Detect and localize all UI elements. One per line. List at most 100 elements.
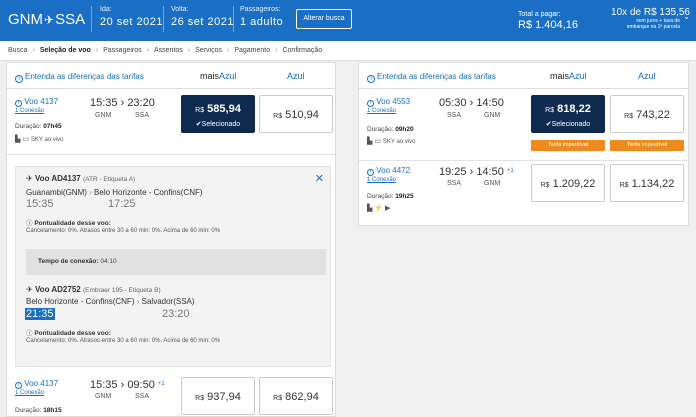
info-icon: i (15, 100, 22, 107)
tv-icon: ▭ (374, 138, 381, 145)
fare-differences-link[interactable]: i Entenda as diferenças das tarifas (15, 72, 144, 83)
chevron-right-icon: › (226, 47, 230, 54)
power-icon: ⚡ (374, 205, 384, 212)
arrival-time: 23:20 (127, 97, 155, 109)
fare-azul[interactable]: R$ 510,94 (259, 95, 333, 133)
info-icon: ⓘ (26, 220, 33, 227)
segment-2-arrival: 23:20 (162, 308, 190, 320)
fare-differences-label: Entenda as diferenças das tarifas (377, 72, 496, 81)
flight-number[interactable]: i Voo 4553 (367, 97, 410, 107)
seat-icon: ▙ (367, 205, 373, 212)
flight-number[interactable]: i Voo 4137 (15, 97, 58, 107)
divider (233, 6, 234, 32)
flight-number-text: Voo 4472 (376, 166, 411, 175)
info-icon: i (367, 75, 375, 83)
departure-code: SSA (447, 180, 462, 187)
fare-price: R$ 862,94 (260, 378, 332, 416)
tv-icon: ▭ (22, 136, 29, 143)
duration-label: Duração: (367, 193, 394, 200)
fare-price: R$ 510,94 (260, 96, 332, 136)
amenities: ▙ ▭ SKY ao vivo (15, 135, 64, 143)
arrival-code: GNM (484, 112, 501, 119)
fare-differences-link[interactable]: i Entenda as diferenças das tarifas (367, 72, 496, 83)
origin-code: GNM (8, 11, 43, 28)
arrival-code: SSA (135, 112, 150, 119)
fare-azul[interactable]: R$ 1.134,22 (610, 164, 684, 202)
flight-row[interactable]: i Voo 4553 1 Conexão 05:30 › 14:50 SSA G… (359, 89, 688, 161)
connection-link[interactable]: 1 Conexão (367, 108, 396, 114)
destination-code: SSA (55, 11, 86, 28)
seat-icon: ▙ (15, 136, 21, 143)
mais-azul-header: maisAzul (550, 71, 587, 81)
connection-link[interactable]: 1 Conexão (15, 108, 44, 114)
passengers-label: Passageiros: (240, 6, 281, 13)
departure-time: 19:25 (439, 166, 467, 178)
fare-header: i Entenda as diferenças das tarifas maisA… (359, 63, 688, 89)
connection-link[interactable]: 1 Conexão (15, 390, 44, 396)
return-date: Volta: 26 set 2021 (171, 6, 234, 28)
chevron-right-icon: › (187, 47, 191, 54)
fare-price: R$ 743,22 (611, 96, 683, 136)
departure-code: GNM (95, 112, 112, 119)
flight-number-text: Voo 4137 (24, 379, 59, 388)
connection-link[interactable]: 1 Conexão (367, 177, 396, 183)
route-title: GNM✈SSA (8, 11, 85, 28)
fare-mais-azul-selected[interactable]: R$ 818,22 ✔Selecionado (531, 95, 605, 133)
chevron-down-icon[interactable]: ⌄ (683, 12, 690, 21)
play-icon: ▶ (385, 205, 391, 212)
breadcrumb-busca[interactable]: Busca (8, 47, 27, 54)
total-to-pay: Total a pagar: R$ 1.404,16 (518, 11, 578, 31)
fare-mais-azul-selected[interactable]: R$ 585,94 ✔Selecionado (181, 95, 255, 133)
selected-text: Selecionado (551, 121, 591, 128)
breadcrumb-servicos: Serviços (195, 47, 222, 54)
flight-row[interactable]: i Voo 4137 1 Conexão 15:35 › 23:20 GNM S… (7, 89, 335, 155)
fare-value: 818,22 (557, 103, 591, 115)
fare-mais-azul[interactable]: R$ 1.209,22 (531, 164, 605, 202)
departure-value: 20 set 2021 (100, 16, 163, 28)
flight-times: 15:35 › 23:20 (90, 97, 155, 109)
installments[interactable]: 10x de R$ 135,56 sem juros + taxa de emb… (611, 7, 690, 30)
flight-row[interactable]: i Voo 4137 1 Conexão 15:35 › 09:50 +1 GN… (7, 373, 335, 416)
fare-value: 1.134,22 (631, 178, 675, 190)
flight-number[interactable]: i Voo 4137 (15, 379, 58, 389)
amenity-label: SKY ao vivo (382, 139, 416, 145)
segment-1-aircraft: (ATR - Etiqueta A) (82, 176, 136, 183)
close-icon[interactable]: ✕ (315, 172, 324, 185)
fare-azul[interactable]: R$ 743,22 (610, 95, 684, 133)
segment-2-aircraft: (Embraer 195 - Etiqueta B) (82, 287, 161, 294)
fare-badge: Tarifa imperdível (531, 140, 605, 151)
divider (91, 6, 92, 32)
alter-search-button[interactable]: Alterar busca (296, 9, 352, 29)
connection-time-label: Tempo de conexão: (38, 258, 99, 265)
cancellation-stats: Cancelamento: 0%. Atrasos entre 30 a 60 … (26, 338, 221, 344)
breadcrumb-selecao-de-voo: Seleção de voo (39, 47, 91, 54)
fare-value: 862,94 (285, 391, 319, 403)
fare-mais-azul[interactable]: R$ 937,94 (181, 377, 255, 415)
duration-value: 19h25 (395, 193, 414, 200)
flight-number[interactable]: i Voo 4472 (367, 166, 410, 176)
installments-main: 10x de R$ 135,56 (611, 7, 690, 18)
flight-row[interactable]: i Voo 4472 1 Conexão 19:25 › 14:50 +1 SS… (359, 161, 688, 221)
segment-2-to: Salvador(SSA) (141, 297, 195, 306)
fare-price: R$ 585,94 (182, 103, 254, 117)
chevron-right-icon: › (275, 47, 278, 54)
punctuality-label: Pontualidade desse voo: (34, 220, 111, 227)
info-icon: i (367, 169, 374, 176)
fare-header: i Entenda as diferenças das tarifas maisA… (7, 63, 335, 89)
amenities: ▙ ▭ SKY ao vivo (367, 137, 416, 145)
mais-brand: Azul (569, 71, 587, 81)
fare-price: R$ 1.209,22 (532, 165, 604, 205)
currency: R$ (273, 113, 283, 120)
arrival-time: 14:50 (476, 166, 504, 178)
azul-header: Azul (638, 71, 656, 81)
breadcrumb-confirmacao: Confirmação (282, 47, 323, 54)
currency: R$ (545, 107, 555, 114)
departure-label: Ida: (100, 6, 112, 13)
azul-header: Azul (287, 71, 305, 81)
fare-azul[interactable]: R$ 862,94 (259, 377, 333, 415)
flight-number-text: Voo 4137 (24, 97, 59, 106)
arrival-code: SSA (135, 393, 150, 400)
mais-azul-header: maisAzul (200, 71, 237, 81)
mais-prefix: mais (550, 71, 570, 81)
fare-value: 585,94 (207, 103, 241, 115)
